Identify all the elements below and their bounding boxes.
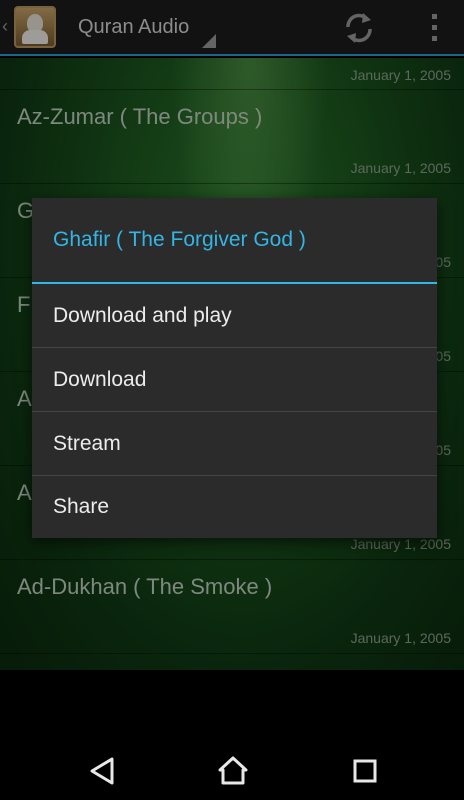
download-option[interactable]: Download [32,348,437,412]
dialog-title: Ghafir ( The Forgiver God ) [53,228,306,251]
home-icon[interactable] [216,754,250,788]
back-icon[interactable] [86,754,120,788]
empty-area [0,670,464,740]
download-and-play-option[interactable]: Download and play [32,284,437,348]
context-menu-dialog: Ghafir ( The Forgiver God ) Download and… [32,198,437,538]
system-navigation-bar [0,740,464,800]
stream-option[interactable]: Stream [32,412,437,476]
share-option[interactable]: Share [32,476,437,538]
recents-icon[interactable] [348,754,382,788]
